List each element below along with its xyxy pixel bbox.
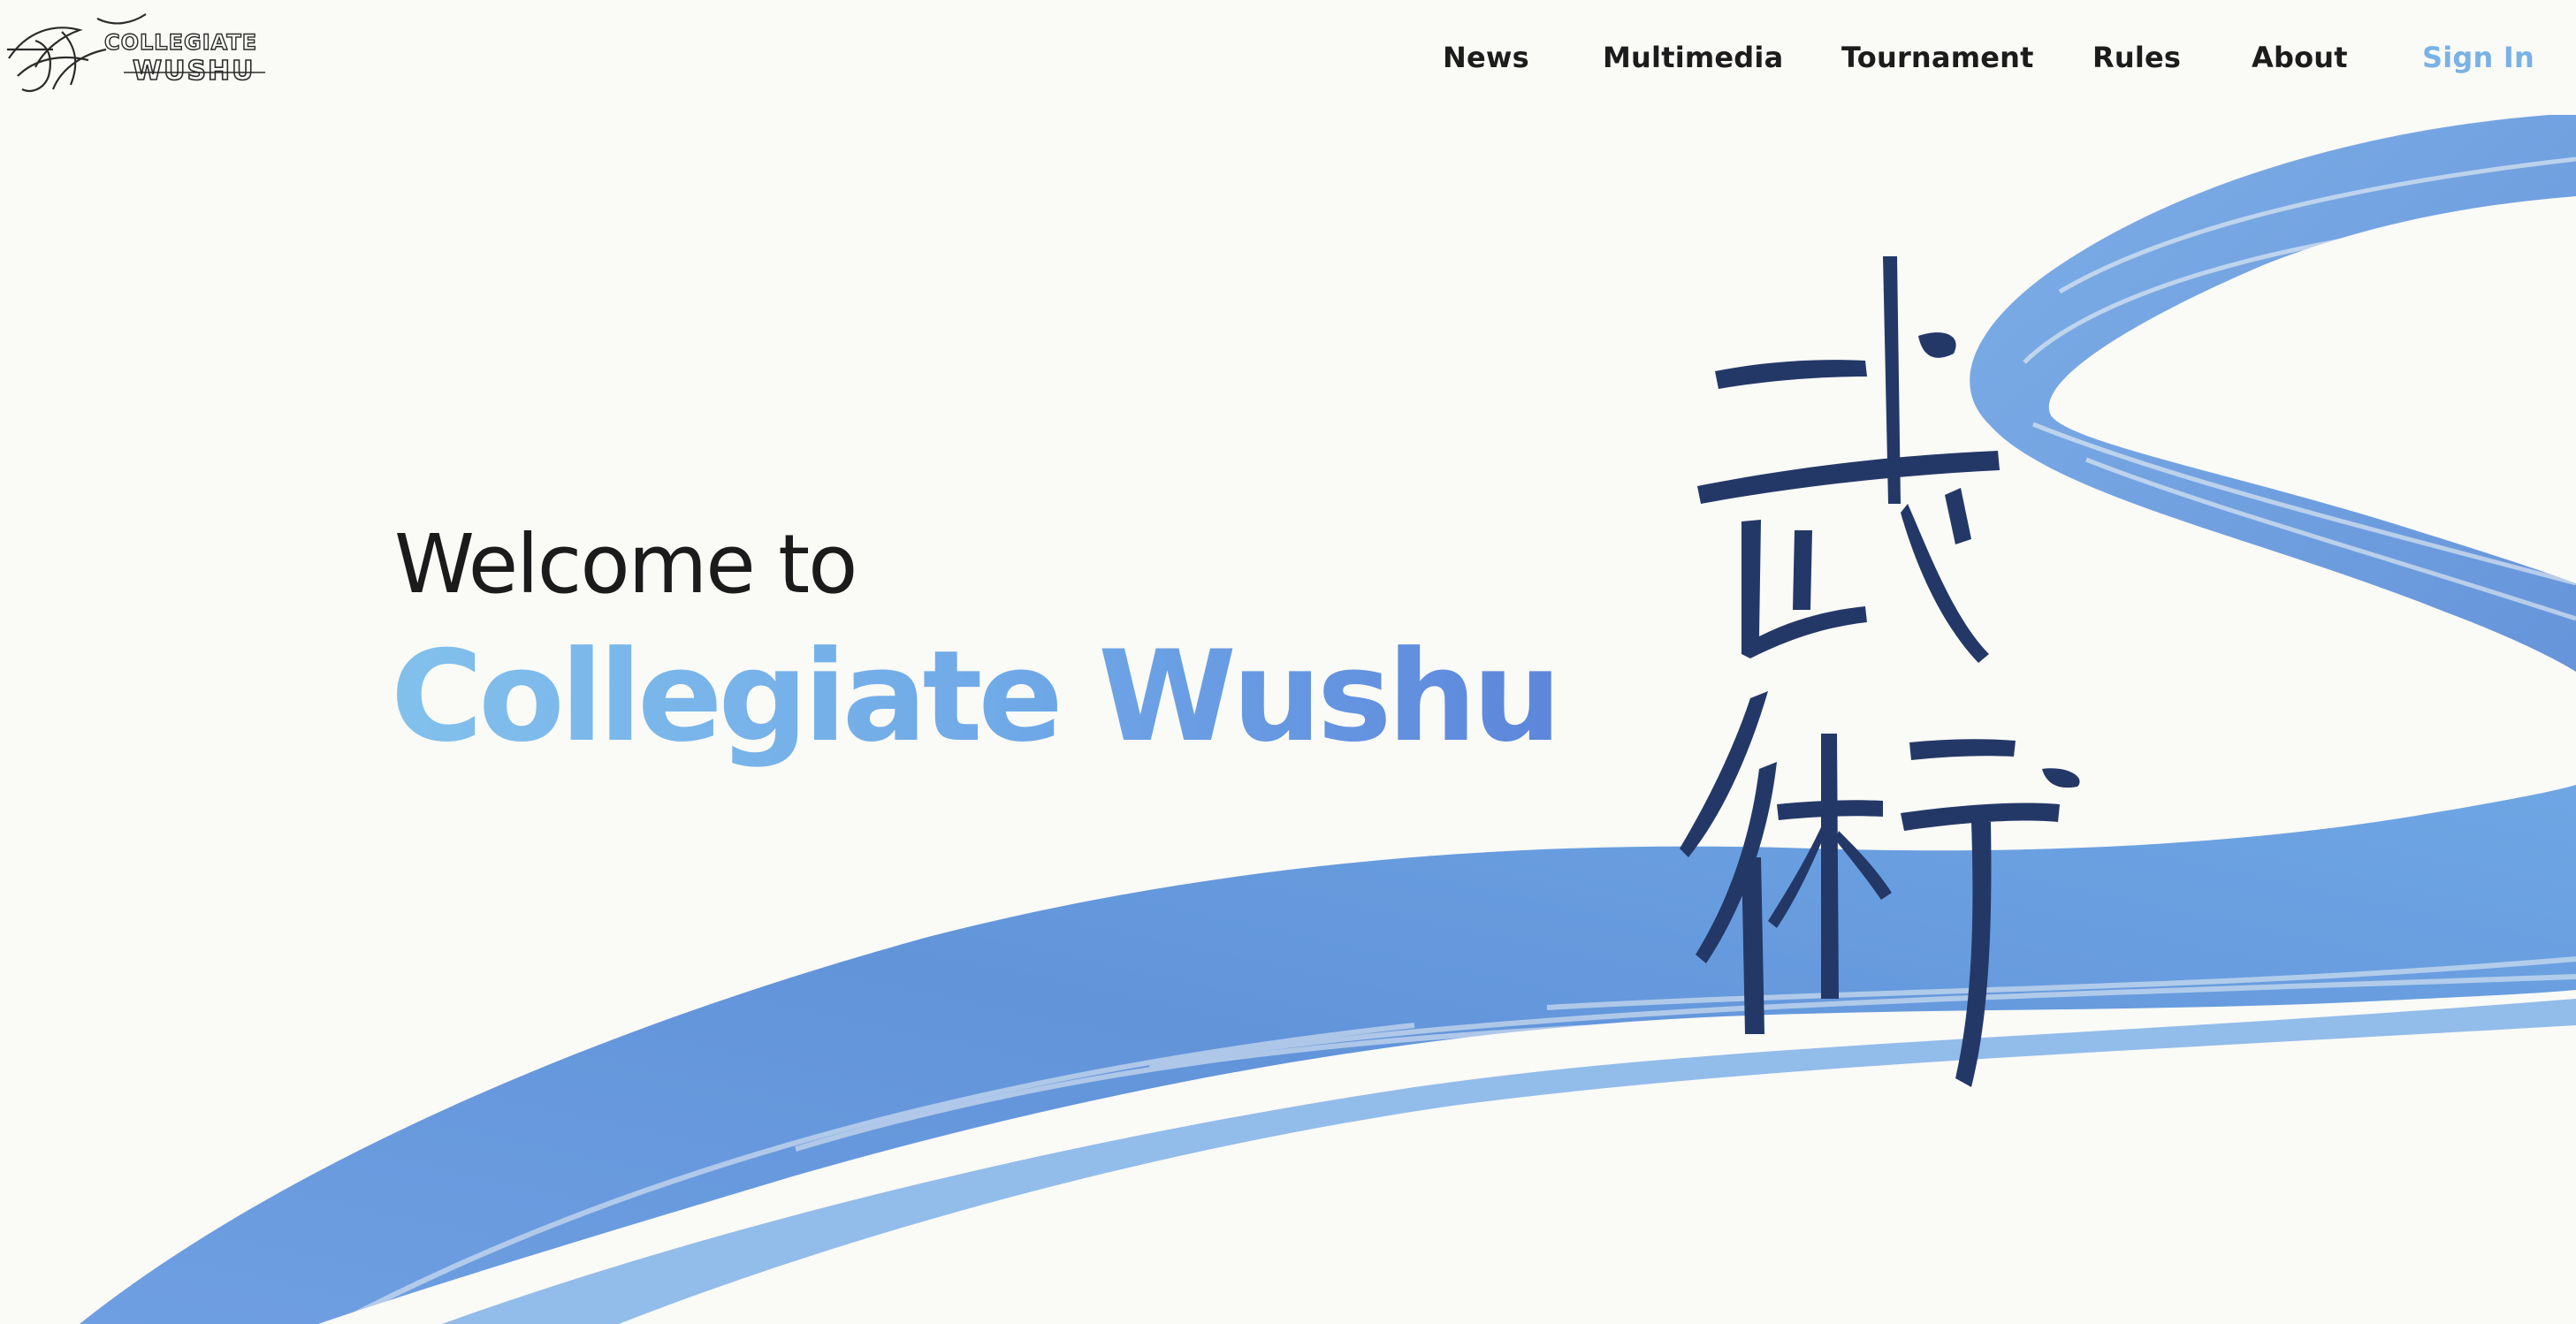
hero-brand-title: Collegiate Wushu <box>391 624 1562 770</box>
nav-news[interactable]: News <box>1443 41 1529 74</box>
nav-rules[interactable]: Rules <box>2092 41 2181 74</box>
svg-text:WUSHU: WUSHU <box>133 56 255 87</box>
nav-about[interactable]: About <box>2252 41 2348 74</box>
landing-page: Welcome to Collegiate Wushu COLLEGIATE W… <box>0 0 2576 1324</box>
nav-tournament[interactable]: Tournament <box>1841 41 2034 74</box>
site-header: COLLEGIATE WUSHU News Multimedia Tournam… <box>0 0 2576 115</box>
sign-in-link[interactable]: Sign In <box>2422 41 2534 74</box>
collegiate-wushu-logo[interactable]: COLLEGIATE WUSHU <box>0 5 274 104</box>
svg-text:COLLEGIATE: COLLEGIATE <box>104 30 257 55</box>
wushu-calligraphy-art <box>1680 256 2080 1087</box>
main-brush-ribbon <box>80 785 2576 1324</box>
hero-welcome-text: Welcome to <box>394 517 857 612</box>
nav-multimedia[interactable]: Multimedia <box>1603 41 1783 74</box>
